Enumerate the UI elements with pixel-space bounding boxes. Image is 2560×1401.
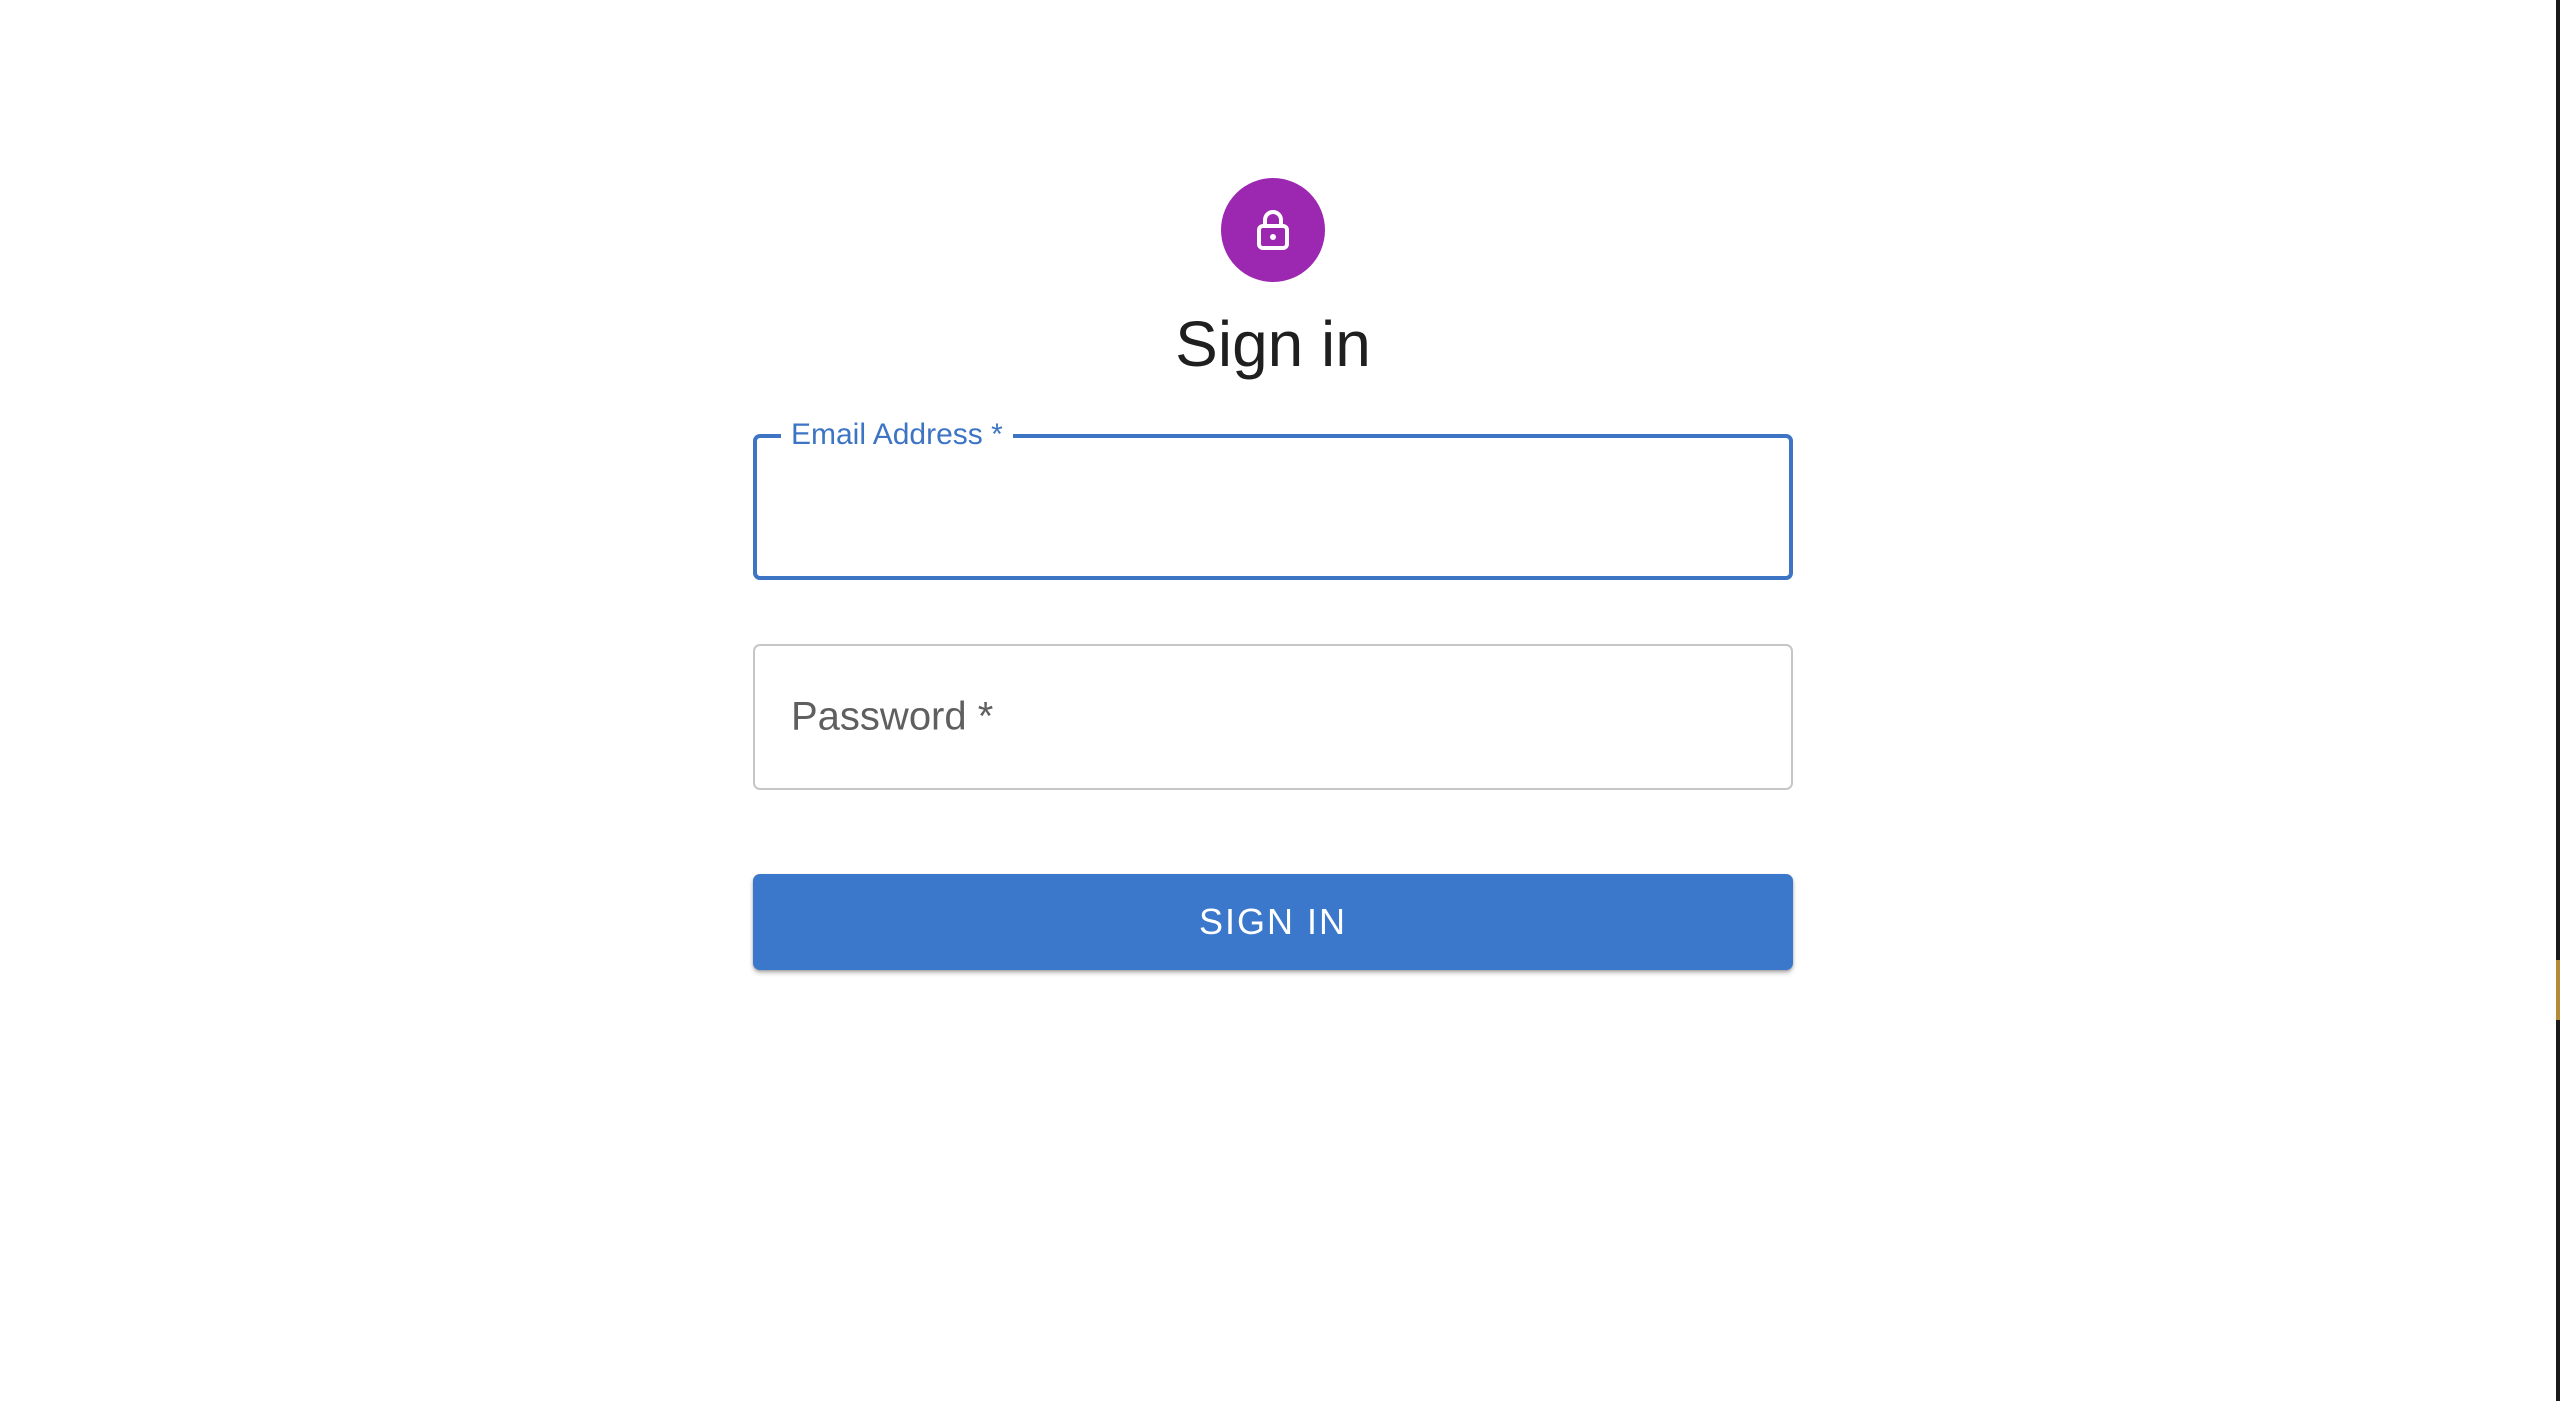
password-field[interactable]: Password *: [753, 644, 1793, 790]
password-input[interactable]: [787, 676, 1759, 758]
sign-in-page: Sign in Email Address * Password * SIGN …: [0, 0, 2560, 1401]
page-title: Sign in: [1175, 308, 1371, 380]
email-input[interactable]: [789, 468, 1757, 546]
lock-icon: [1257, 210, 1289, 250]
avatar: [1221, 178, 1325, 282]
sign-in-form: Sign in Email Address * Password * SIGN …: [753, 178, 1793, 970]
email-field-label: Email Address *: [781, 418, 1013, 452]
sign-in-button[interactable]: SIGN IN: [753, 874, 1793, 970]
email-field[interactable]: Email Address *: [753, 418, 1793, 580]
window-edge-accent: [2556, 960, 2560, 1020]
window-edge: [2556, 0, 2560, 1401]
